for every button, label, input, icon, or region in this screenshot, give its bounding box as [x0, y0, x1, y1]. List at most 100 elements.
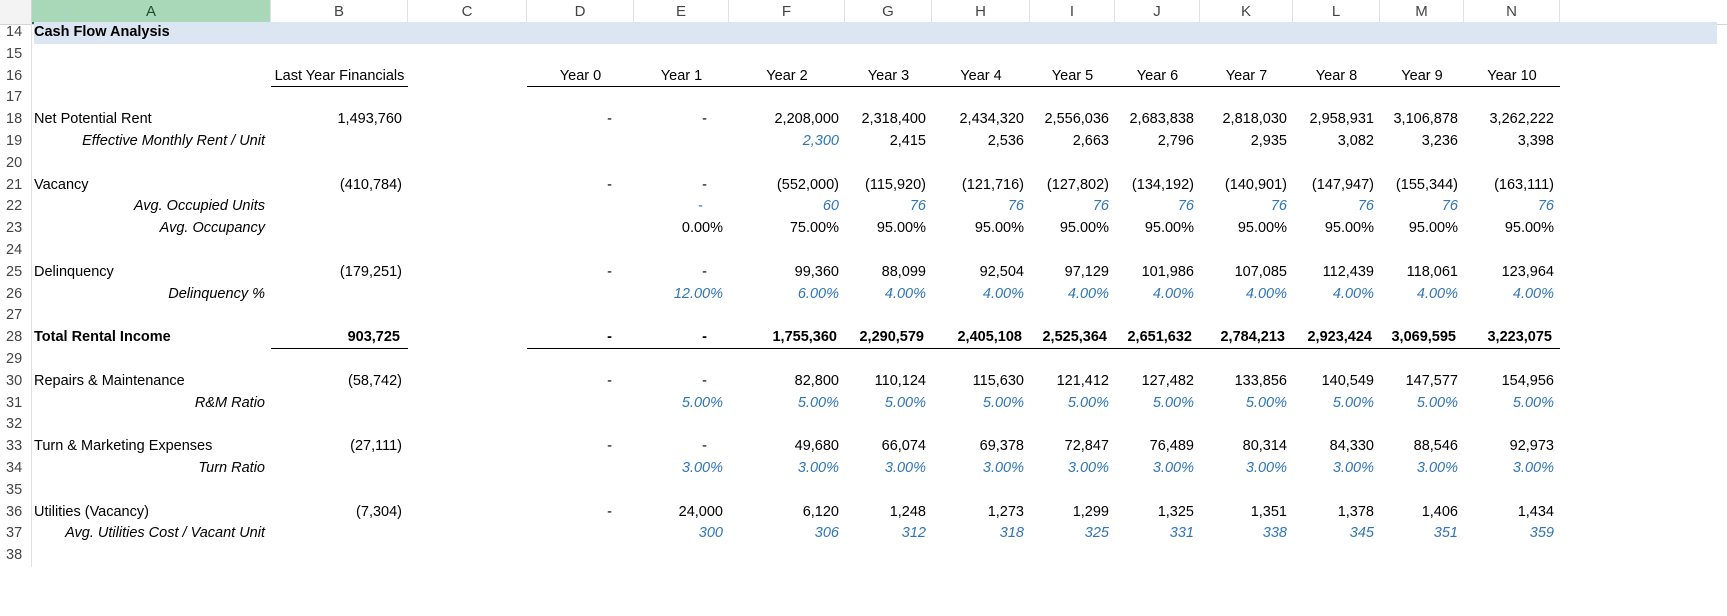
cell-j37[interactable]: 331 [1115, 523, 1194, 545]
row-header-36[interactable]: 36 [0, 501, 32, 524]
cell-g22[interactable]: 76 [845, 196, 926, 218]
cell-i25[interactable]: 97,129 [1030, 262, 1109, 284]
column-header-c[interactable]: C [408, 0, 527, 24]
cell-n19[interactable]: 3,398 [1464, 131, 1554, 153]
cell-n36[interactable]: 1,434 [1464, 502, 1554, 524]
cell-m36[interactable]: 1,406 [1380, 502, 1458, 524]
cell-h26[interactable]: 4.00% [932, 284, 1024, 306]
cell-h19[interactable]: 2,536 [932, 131, 1024, 153]
column-header-h[interactable]: H [932, 0, 1030, 24]
cell-f25[interactable]: 99,360 [729, 262, 839, 284]
cell-g28[interactable]: 2,290,579 [845, 327, 924, 349]
cell-j25[interactable]: 101,986 [1115, 262, 1194, 284]
cell-k18[interactable]: 2,818,030 [1200, 109, 1287, 131]
column-header-g[interactable]: G [845, 0, 932, 24]
cell-d33[interactable]: - [527, 436, 612, 458]
column-header-l[interactable]: L [1293, 0, 1380, 24]
cell-d36[interactable]: - [527, 502, 612, 524]
cell-h37[interactable]: 318 [932, 523, 1024, 545]
cell-l30[interactable]: 140,549 [1293, 371, 1374, 393]
cell-g30[interactable]: 110,124 [845, 371, 926, 393]
cell-g34[interactable]: 3.00% [845, 458, 926, 480]
cell-e30[interactable]: - [634, 371, 707, 393]
cell-g18[interactable]: 2,318,400 [845, 109, 926, 131]
cell-l31[interactable]: 5.00% [1293, 393, 1374, 415]
cell-b16[interactable]: Last Year Financials [271, 66, 408, 88]
cell-i31[interactable]: 5.00% [1030, 393, 1109, 415]
column-header-a[interactable]: A [32, 0, 271, 24]
cell-d25[interactable]: - [527, 262, 612, 284]
row-header-28[interactable]: 28 [0, 327, 32, 349]
cell-i28[interactable]: 2,525,364 [1030, 327, 1107, 349]
cell-a14[interactable]: Cash Flow Analysis [34, 22, 434, 44]
cell-j22[interactable]: 76 [1115, 196, 1194, 218]
cell-d21[interactable]: - [527, 175, 612, 197]
cell-n34[interactable]: 3.00% [1464, 458, 1554, 480]
spreadsheet-grid[interactable]: ABCDEFGHIJKLMN 14 Cash Flow Analysis 15 16 L… [0, 0, 1727, 616]
cell-m19[interactable]: 3,236 [1380, 131, 1458, 153]
cell-j36[interactable]: 1,325 [1115, 502, 1194, 524]
cell-m28[interactable]: 3,069,595 [1380, 327, 1456, 349]
cell-i18[interactable]: 2,556,036 [1030, 109, 1109, 131]
cell-e36[interactable]: 24,000 [634, 502, 723, 524]
cell-e18[interactable]: - [634, 109, 707, 131]
cell-n31[interactable]: 5.00% [1464, 393, 1554, 415]
select-all-corner[interactable] [0, 0, 32, 24]
cell-l28[interactable]: 2,923,424 [1293, 327, 1372, 349]
column-header-n[interactable]: N [1464, 0, 1560, 24]
cell-a22[interactable]: Avg. Occupied Units [32, 196, 265, 218]
cell-m25[interactable]: 118,061 [1380, 262, 1458, 284]
row-header-16[interactable]: 16 [0, 65, 32, 88]
cell-j23[interactable]: 95.00% [1115, 218, 1194, 240]
cell-f34[interactable]: 3.00% [729, 458, 839, 480]
cell-g26[interactable]: 4.00% [845, 284, 926, 306]
cell-k19[interactable]: 2,935 [1200, 131, 1287, 153]
cell-j30[interactable]: 127,482 [1115, 371, 1194, 393]
cell-e22[interactable]: - [634, 196, 703, 218]
cell-h21[interactable]: (121,716) [932, 175, 1024, 197]
cell-b18[interactable]: 1,493,760 [271, 109, 402, 131]
cell-f31[interactable]: 5.00% [729, 393, 839, 415]
cell-g19[interactable]: 2,415 [845, 131, 926, 153]
cell-n30[interactable]: 154,956 [1464, 371, 1554, 393]
cell-e37[interactable]: 300 [634, 523, 723, 545]
column-header-k[interactable]: K [1200, 0, 1293, 24]
cell-n26[interactable]: 4.00% [1464, 284, 1554, 306]
cell-m33[interactable]: 88,546 [1380, 436, 1458, 458]
cell-f18[interactable]: 2,208,000 [729, 109, 839, 131]
cell-l23[interactable]: 95.00% [1293, 218, 1374, 240]
cell-i33[interactable]: 72,847 [1030, 436, 1109, 458]
cell-b36[interactable]: (7,304) [271, 502, 402, 524]
cell-g16[interactable]: Year 3 [845, 66, 932, 88]
cell-i21[interactable]: (127,802) [1030, 175, 1109, 197]
cell-e31[interactable]: 5.00% [634, 393, 723, 415]
cell-j21[interactable]: (134,192) [1115, 175, 1194, 197]
cell-n18[interactable]: 3,262,222 [1464, 109, 1554, 131]
column-header-j[interactable]: J [1115, 0, 1200, 24]
cell-k34[interactable]: 3.00% [1200, 458, 1287, 480]
cell-k33[interactable]: 80,314 [1200, 436, 1287, 458]
cell-g37[interactable]: 312 [845, 523, 926, 545]
row-header-34[interactable]: 34 [0, 458, 32, 480]
cell-f19[interactable]: 2,300 [729, 131, 839, 153]
cell-e16[interactable]: Year 1 [634, 66, 729, 88]
cell-a34[interactable]: Turn Ratio [32, 458, 265, 480]
cell-a26[interactable]: Delinquency % [32, 284, 265, 306]
cell-k22[interactable]: 76 [1200, 196, 1287, 218]
row-header-27[interactable]: 27 [0, 305, 32, 328]
cell-l37[interactable]: 345 [1293, 523, 1374, 545]
row-header-30[interactable]: 30 [0, 370, 32, 393]
cell-l26[interactable]: 4.00% [1293, 284, 1374, 306]
cell-h25[interactable]: 92,504 [932, 262, 1024, 284]
cell-n25[interactable]: 123,964 [1464, 262, 1554, 284]
row-header-14[interactable]: 14 [0, 22, 32, 44]
cell-a37[interactable]: Avg. Utilities Cost / Vacant Unit [32, 523, 265, 545]
cell-b25[interactable]: (179,251) [271, 262, 402, 284]
cell-h36[interactable]: 1,273 [932, 502, 1024, 524]
cell-m23[interactable]: 95.00% [1380, 218, 1458, 240]
cell-h33[interactable]: 69,378 [932, 436, 1024, 458]
row-header-17[interactable]: 17 [0, 87, 32, 110]
column-header-b[interactable]: B [271, 0, 408, 24]
cell-b28[interactable]: 903,725 [271, 327, 400, 349]
row-header-29[interactable]: 29 [0, 349, 32, 371]
